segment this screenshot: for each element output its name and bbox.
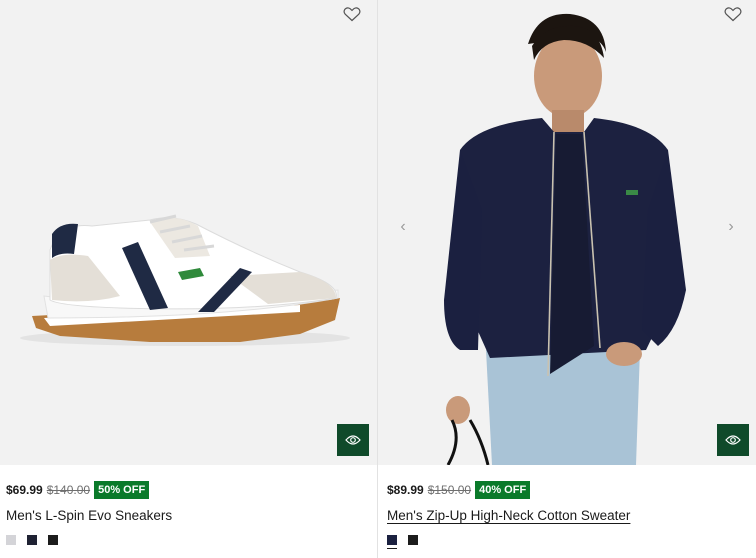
product-info: $89.99 $150.00 40% OFF Men's Zip-Up High… <box>378 480 756 549</box>
color-swatch[interactable] <box>48 535 58 545</box>
color-swatches <box>387 535 750 549</box>
sneaker-image <box>20 214 350 346</box>
favorite-heart-icon[interactable] <box>724 6 742 22</box>
product-card: $69.99 $140.00 50% OFF Men's L-Spin Evo … <box>0 0 378 558</box>
sale-price: $69.99 <box>6 483 43 497</box>
price-row: $69.99 $140.00 50% OFF <box>6 480 371 500</box>
discount-badge: 50% OFF <box>94 481 150 499</box>
original-price: $150.00 <box>427 483 472 497</box>
discount-badge: 40% OFF <box>475 481 531 499</box>
favorite-heart-icon[interactable] <box>343 6 361 22</box>
product-info: $69.99 $140.00 50% OFF Men's L-Spin Evo … <box>0 480 377 545</box>
model-sweater-image <box>444 13 686 465</box>
original-price: $140.00 <box>46 483 91 497</box>
product-title-link[interactable]: Men's L-Spin Evo Sneakers <box>6 508 371 523</box>
color-swatch[interactable] <box>27 535 37 545</box>
quick-view-button[interactable] <box>337 424 369 456</box>
color-swatches <box>6 535 371 545</box>
product-image-area[interactable] <box>0 0 377 465</box>
carousel-next-icon[interactable]: › <box>720 216 742 238</box>
product-title-link[interactable]: Men's Zip-Up High-Neck Cotton Sweater <box>387 508 750 523</box>
product-card: ‹ › $89.99 $150.00 40% OFF Men's Zip-Up … <box>378 0 756 558</box>
color-swatch[interactable] <box>387 535 397 549</box>
eye-icon <box>725 435 741 445</box>
product-image-area[interactable]: ‹ › <box>378 0 756 465</box>
color-swatch[interactable] <box>6 535 16 545</box>
eye-icon <box>345 435 361 445</box>
product-grid: $69.99 $140.00 50% OFF Men's L-Spin Evo … <box>0 0 756 558</box>
price-row: $89.99 $150.00 40% OFF <box>387 480 750 500</box>
quick-view-button[interactable] <box>717 424 749 456</box>
color-swatch[interactable] <box>408 535 418 545</box>
sale-price: $89.99 <box>387 483 424 497</box>
carousel-prev-icon[interactable]: ‹ <box>392 216 414 238</box>
